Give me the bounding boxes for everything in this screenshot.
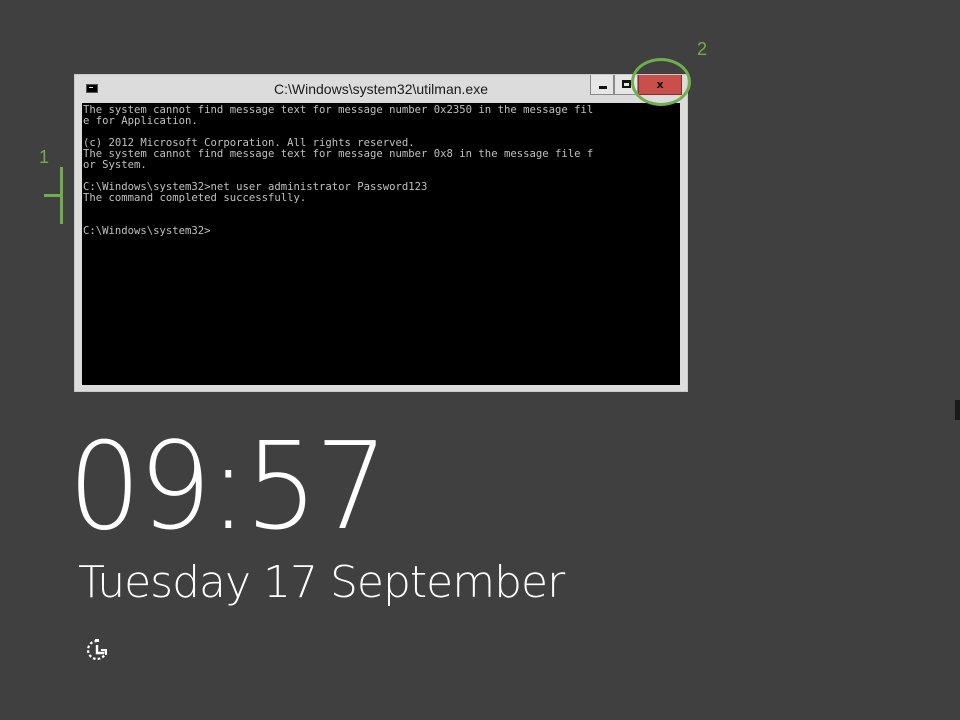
lockscreen-date: Tuesday 17 September (78, 557, 565, 608)
annotation-bracket-horizontal (44, 194, 61, 197)
console-text: The system cannot find message text for … (83, 104, 594, 237)
lock-screen: C:\Windows\system32\utilman.exe x The sy… (0, 0, 960, 720)
screen-edge-marker (955, 400, 960, 420)
console-output-area[interactable]: The system cannot find message text for … (82, 103, 680, 385)
window-titlebar[interactable]: C:\Windows\system32\utilman.exe x (75, 75, 687, 103)
maximize-icon (622, 80, 631, 88)
annotation-ring-close-button (631, 58, 691, 106)
cmd-window[interactable]: C:\Windows\system32\utilman.exe x The sy… (74, 74, 688, 392)
ease-of-access-icon[interactable] (84, 637, 110, 663)
lockscreen-time: 09:57 (68, 418, 388, 557)
annotation-label-2: 2 (697, 39, 708, 59)
annotation-label-1: 1 (39, 147, 50, 167)
minimize-icon (599, 86, 607, 89)
minimize-button[interactable] (590, 75, 614, 95)
